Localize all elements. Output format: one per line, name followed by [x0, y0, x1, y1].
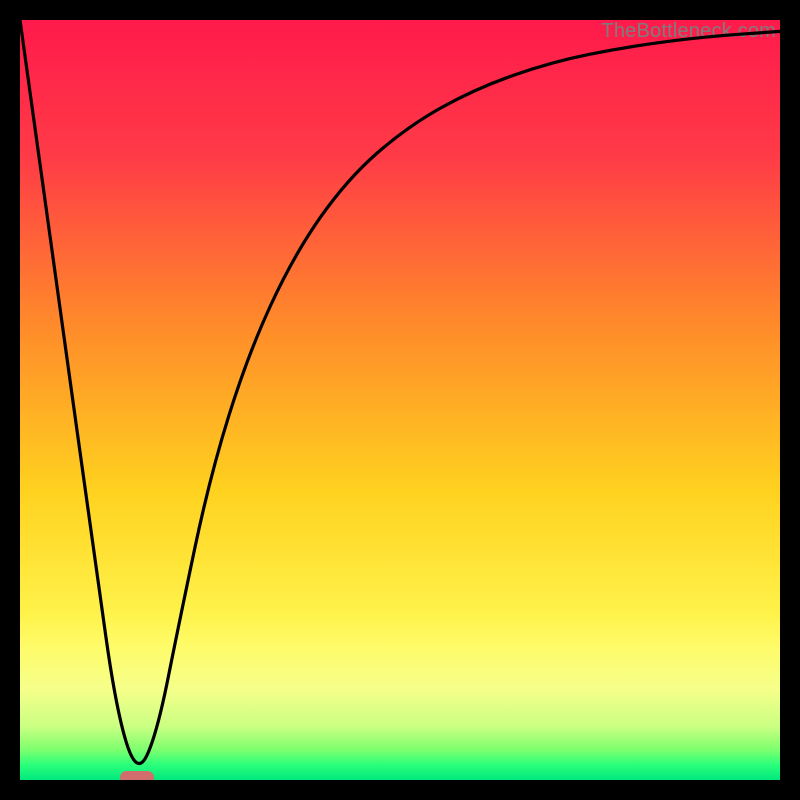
- plot-area: TheBottleneck.com: [20, 20, 780, 780]
- min-point-marker: [120, 771, 154, 780]
- chart-frame: TheBottleneck.com: [0, 0, 800, 800]
- bottleneck-curve: [20, 20, 780, 780]
